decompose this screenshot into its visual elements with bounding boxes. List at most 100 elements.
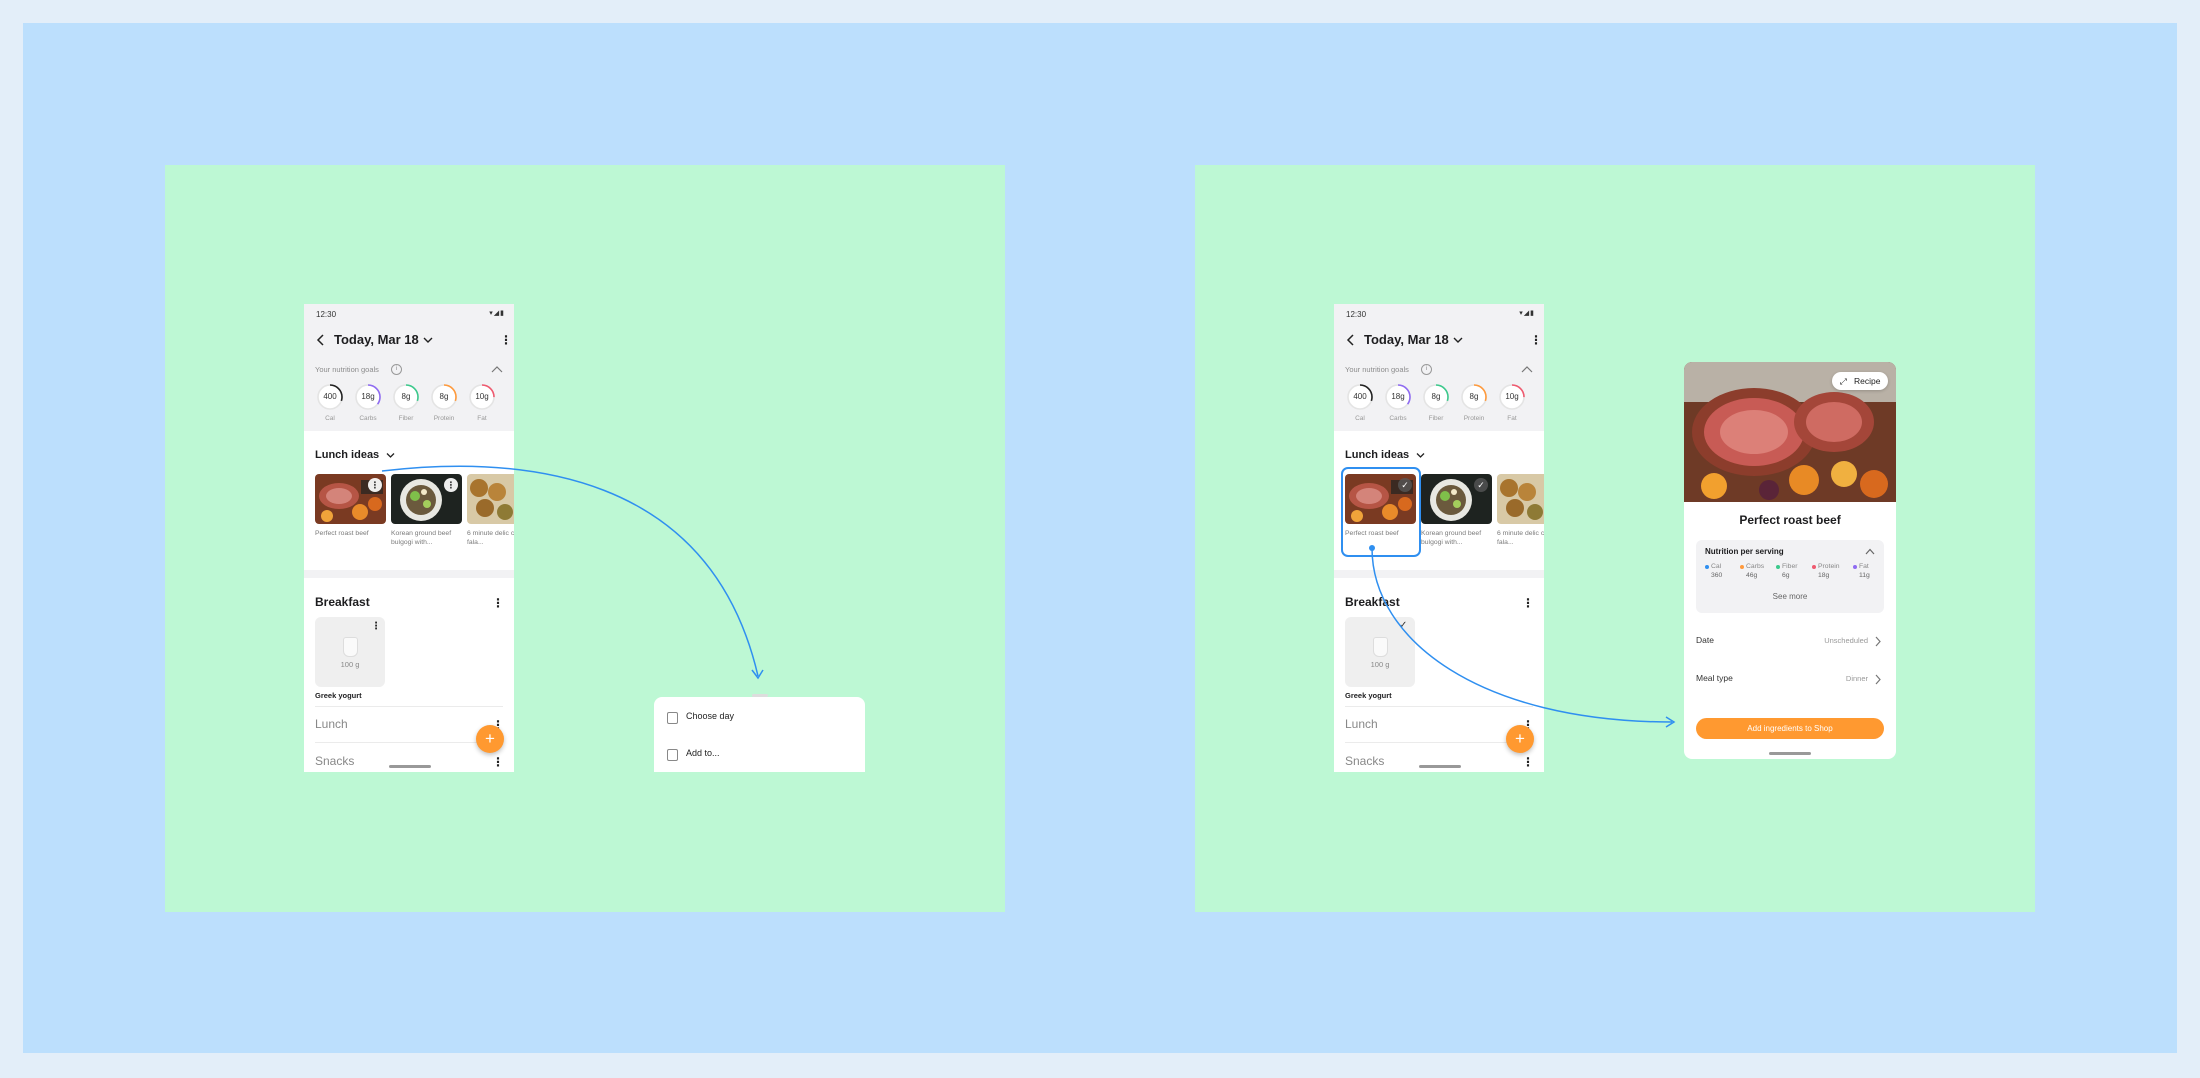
- card-more-icon[interactable]: ⋮: [444, 478, 458, 492]
- recipe-caption: Korean ground beef bulgogi with...: [1421, 530, 1482, 546]
- goal-name: Fiber: [398, 415, 414, 422]
- goal-value: 400: [1353, 392, 1367, 401]
- goal-value: 8g: [439, 392, 449, 401]
- divider: [1345, 742, 1533, 743]
- goal-name: Protein: [433, 415, 455, 422]
- flow-board-left: [165, 165, 1005, 912]
- goal-name: Protein: [1463, 415, 1485, 422]
- goal-value: 10g: [1505, 392, 1519, 401]
- snacks-section-title[interactable]: Snacks: [315, 754, 354, 768]
- date-label: Date: [1696, 635, 1714, 645]
- nutrient-label: Carbs: [1746, 563, 1765, 570]
- chevron-up-icon[interactable]: [1865, 548, 1875, 555]
- sheet-grabber[interactable]: [752, 694, 768, 697]
- goal-value: 8g: [1431, 392, 1441, 401]
- chevron-down-icon[interactable]: [1453, 336, 1463, 344]
- recipe-card-falafel[interactable]: [467, 474, 514, 524]
- add-fab-button[interactable]: +: [1506, 725, 1534, 753]
- date-row[interactable]: Date Unscheduled: [1696, 635, 1884, 649]
- nutrient-dot: [1853, 565, 1857, 569]
- nutrient-dot: [1812, 565, 1816, 569]
- lunch-ideas-title[interactable]: Lunch ideas: [315, 449, 379, 461]
- recipe-detail-card: ⤢ Recipe Perfect roast beef Nutrition pe…: [1684, 362, 1896, 759]
- recipe-link-button[interactable]: ⤢ Recipe: [1832, 372, 1888, 390]
- snacks-more-icon[interactable]: ⋮: [1522, 756, 1534, 768]
- meal-type-value: Dinner: [1845, 674, 1868, 683]
- status-icons: ▾◢▮: [489, 310, 505, 317]
- more-options-icon[interactable]: ⋮: [1530, 334, 1542, 346]
- status-icons: ▾◢▮: [1519, 310, 1535, 317]
- food-name: Greek yogurt: [1345, 691, 1392, 700]
- snacks-section-title[interactable]: Snacks: [1345, 754, 1384, 768]
- add-fab-button[interactable]: +: [476, 725, 504, 753]
- see-more-link[interactable]: See more: [1696, 592, 1884, 601]
- nutrition-goals-label: Your nutrition goals: [315, 365, 379, 374]
- food-tile-greek-yogurt[interactable]: 100 g ✓: [1345, 617, 1415, 687]
- falafel-image: [467, 474, 514, 524]
- food-tile-greek-yogurt[interactable]: 100 g ⋮: [315, 617, 385, 687]
- meal-type-label: Meal type: [1696, 673, 1733, 683]
- add-ingredients-button[interactable]: Add ingredients to Shop: [1696, 718, 1884, 739]
- info-icon[interactable]: i: [391, 364, 402, 375]
- goal-name: Cal: [325, 415, 335, 422]
- back-arrow-icon[interactable]: [315, 334, 327, 346]
- food-more-icon[interactable]: ⋮: [371, 621, 381, 633]
- options-bottom-sheet: Choose day Add to...: [654, 694, 865, 772]
- nutrition-panel: Nutrition per serving Cal 360 Carbs 46g Fi…: [1696, 540, 1884, 613]
- meal-type-row[interactable]: Meal type Dinner: [1696, 673, 1884, 687]
- nutrient-dot: [1776, 565, 1780, 569]
- chevron-up-icon[interactable]: [1521, 365, 1533, 373]
- nutrient-label: Cal: [1711, 563, 1722, 570]
- recipe-title: Perfect roast beef: [1739, 513, 1841, 527]
- phone-screen-left: 12:30 ▾◢▮ Today, Mar 18 ⋮ Your nutrition…: [304, 304, 514, 772]
- sheet-item-label: Add to...: [686, 748, 720, 758]
- breakfast-more-icon[interactable]: ⋮: [492, 597, 504, 609]
- recipe-card-roast-beef[interactable]: ⋮: [315, 474, 386, 524]
- expand-icon: ⤢: [1840, 376, 1847, 386]
- recipe-card-bulgogi[interactable]: ✓: [1421, 474, 1492, 524]
- nutrient-value: 18g: [1818, 572, 1830, 579]
- info-icon[interactable]: i: [1421, 364, 1432, 375]
- status-time: 12:30: [316, 310, 337, 319]
- yogurt-icon: [1373, 637, 1388, 657]
- back-arrow-icon[interactable]: [1345, 334, 1357, 346]
- card-more-icon[interactable]: ⋮: [368, 478, 382, 492]
- page-title[interactable]: Today, Mar 18: [334, 332, 419, 347]
- selected-check-icon[interactable]: ✓: [1474, 478, 1488, 492]
- goal-name: Fat: [477, 415, 487, 422]
- flow-board-right: [1195, 165, 2035, 912]
- recipe-caption: 6 minute delic chickpea fala...: [467, 530, 514, 546]
- nutrition-title: Nutrition per serving: [1705, 547, 1784, 556]
- lunch-section-title[interactable]: Lunch: [1345, 717, 1378, 731]
- chevron-down-icon[interactable]: [1416, 452, 1425, 459]
- recipe-caption: 6 minute delic chickpea fala...: [1497, 530, 1544, 546]
- recipe-card-falafel[interactable]: [1497, 474, 1544, 524]
- goal-value: 18g: [1391, 392, 1405, 401]
- nutrient-label: Fiber: [1782, 563, 1798, 570]
- divider: [1345, 706, 1533, 707]
- chevron-down-icon[interactable]: [423, 336, 433, 344]
- check-icon[interactable]: ✓: [1399, 620, 1407, 631]
- selection-highlight: [1341, 467, 1421, 557]
- nutrient-value: 11g: [1859, 572, 1870, 579]
- chevron-up-icon[interactable]: [491, 365, 503, 373]
- nutrient-label: Protein: [1818, 563, 1840, 570]
- home-indicator: [1769, 752, 1811, 755]
- lunch-ideas-title[interactable]: Lunch ideas: [1345, 449, 1409, 461]
- chevron-down-icon[interactable]: [386, 452, 395, 459]
- nutrient-label: Fat: [1859, 563, 1869, 570]
- recipe-card-bulgogi[interactable]: ⋮: [391, 474, 462, 524]
- recipe-caption: Perfect roast beef: [315, 530, 369, 537]
- date-value: Unscheduled: [1824, 636, 1868, 645]
- goal-value: 400: [323, 392, 337, 401]
- lunch-section-title[interactable]: Lunch: [315, 717, 348, 731]
- status-time: 12:30: [1346, 310, 1367, 319]
- more-options-icon[interactable]: ⋮: [500, 334, 512, 346]
- page-title[interactable]: Today, Mar 18: [1364, 332, 1449, 347]
- breakfast-more-icon[interactable]: ⋮: [1522, 597, 1534, 609]
- snacks-more-icon[interactable]: ⋮: [492, 756, 504, 768]
- home-indicator: [1419, 765, 1461, 768]
- chevron-right-icon: [1875, 636, 1881, 647]
- falafel-image: [1497, 474, 1544, 524]
- chevron-right-icon: [1875, 674, 1881, 685]
